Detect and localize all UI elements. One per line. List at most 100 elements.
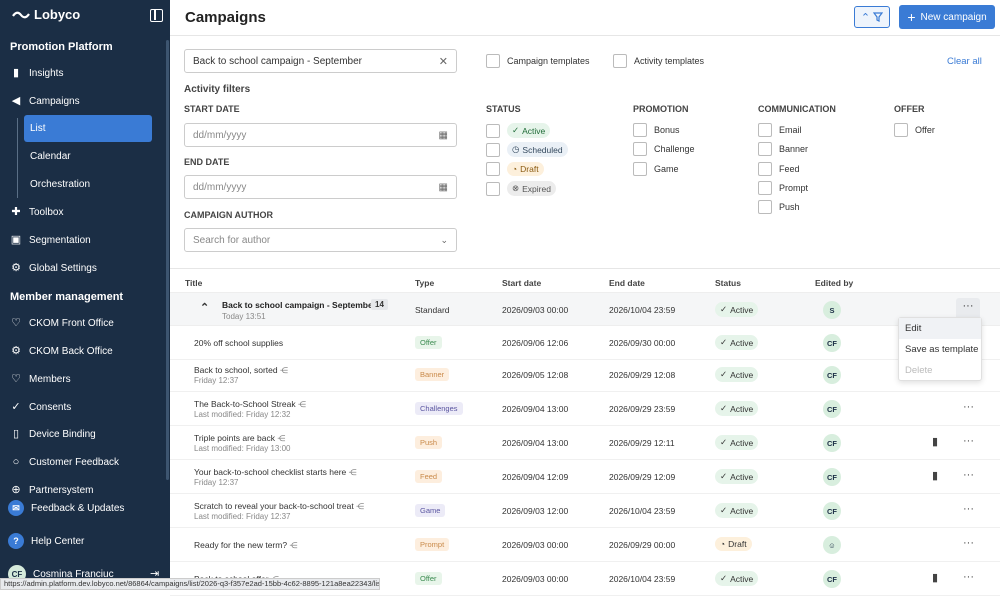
sidebar-sub-list[interactable]: List bbox=[30, 123, 46, 134]
table-row[interactable]: Triple points are back ⋲ Last modified: F… bbox=[170, 426, 1000, 460]
sidebar-item-ckom-front[interactable]: ♡ CKOM Front Office bbox=[10, 314, 114, 332]
sidebar-item-device-binding[interactable]: ▯ Device Binding bbox=[10, 425, 96, 443]
clear-all-link[interactable]: Clear all bbox=[947, 56, 982, 67]
status-expired-checkbox[interactable]: ⊗ Expired bbox=[486, 181, 556, 196]
campaign-templates-checkbox[interactable]: Campaign templates bbox=[486, 54, 590, 68]
sidebar-item-global-settings[interactable]: ⚙ Global Settings bbox=[10, 259, 97, 277]
checkbox-box[interactable] bbox=[486, 162, 500, 176]
sidebar-item-toolbox[interactable]: ✚ Toolbox bbox=[10, 203, 63, 221]
chevron-up-icon[interactable]: ⌃ bbox=[200, 301, 209, 314]
table-row[interactable]: Your back-to-school checklist starts her… bbox=[170, 460, 1000, 494]
type-tag: Prompt bbox=[415, 538, 450, 551]
row-title-text: 20% off school supplies bbox=[194, 338, 284, 348]
collapse-sidebar-icon[interactable] bbox=[150, 9, 163, 22]
col-edited-by[interactable]: Edited by bbox=[815, 278, 853, 288]
sidebar-sub-calendar[interactable]: Calendar bbox=[30, 151, 71, 162]
checkbox-box[interactable] bbox=[613, 54, 627, 68]
col-type[interactable]: Type bbox=[415, 278, 434, 288]
checkbox-box[interactable] bbox=[633, 123, 647, 137]
table-row[interactable]: 20% off school supplies Offer 2026/09/06 1… bbox=[170, 326, 1000, 360]
checkbox-box[interactable] bbox=[486, 142, 500, 157]
author-search-input[interactable]: Search for author ⌄ bbox=[184, 228, 457, 252]
communication-push-checkbox[interactable]: Push bbox=[758, 200, 800, 214]
more-options-button[interactable]: ··· bbox=[963, 469, 974, 481]
table-row[interactable]: Back to school, sorted ⋲ Friday 12:37 Bann… bbox=[170, 358, 1000, 392]
stats-icon[interactable]: ▮ bbox=[932, 469, 938, 482]
more-options-button[interactable]: ··· bbox=[963, 537, 974, 549]
more-options-button[interactable]: ··· bbox=[963, 571, 974, 583]
sidebar-item-consents[interactable]: ✓ Consents bbox=[10, 398, 71, 416]
sidebar-item-campaigns[interactable]: ◀ Campaigns bbox=[10, 92, 80, 110]
check-circle-icon: ✓ bbox=[11, 401, 21, 413]
new-campaign-button[interactable]: + New campaign bbox=[899, 5, 995, 29]
more-options-button[interactable]: ··· bbox=[963, 503, 974, 515]
calendar-icon[interactable]: ▦ bbox=[439, 130, 448, 141]
offer-offer-checkbox[interactable]: Offer bbox=[894, 123, 935, 137]
table-row[interactable]: The Back-to-School Streak ⋲ Last modified… bbox=[170, 392, 1000, 426]
end-date-input[interactable]: dd/mm/yyyy ▦ bbox=[184, 175, 457, 199]
start-date-input[interactable]: dd/mm/yyyy ▦ bbox=[184, 123, 457, 147]
sidebar-sub-orchestration[interactable]: Orchestration bbox=[30, 179, 90, 190]
stats-icon[interactable]: ▮ bbox=[932, 435, 938, 448]
communication-prompt-checkbox[interactable]: Prompt bbox=[758, 181, 808, 195]
status-scheduled-checkbox[interactable]: ◷ Scheduled bbox=[486, 142, 568, 157]
menu-item-edit[interactable]: Edit bbox=[899, 318, 981, 339]
sidebar-item-customer-feedback[interactable]: ○ Customer Feedback bbox=[10, 453, 119, 471]
communication-feed-checkbox[interactable]: Feed bbox=[758, 162, 800, 176]
checkbox-box[interactable] bbox=[758, 142, 772, 156]
checkbox-box[interactable] bbox=[486, 54, 500, 68]
author-placeholder: Search for author bbox=[193, 234, 271, 246]
menu-item-save-template[interactable]: Save as template bbox=[899, 339, 981, 360]
communication-email-checkbox[interactable]: Email bbox=[758, 123, 802, 137]
promotion-challenge-checkbox[interactable]: Challenge bbox=[633, 142, 695, 156]
sidebar-scrollbar[interactable] bbox=[166, 40, 169, 480]
sidebar-item-ckom-back[interactable]: ⚙ CKOM Back Office bbox=[10, 342, 113, 360]
help-center-link[interactable]: ? Help Center bbox=[8, 532, 84, 550]
checkbox-box[interactable] bbox=[758, 200, 772, 214]
campaign-group-row[interactable]: ⌃ Back to school campaign - September 14… bbox=[170, 292, 1000, 326]
stats-icon[interactable]: ▮ bbox=[932, 571, 938, 584]
checkbox-box[interactable] bbox=[758, 162, 772, 176]
checkbox-box[interactable] bbox=[633, 162, 647, 176]
type-tag: Offer bbox=[415, 572, 442, 585]
promotion-game-checkbox[interactable]: Game bbox=[633, 162, 679, 176]
col-end-date[interactable]: End date bbox=[609, 278, 645, 288]
sidebar: Lobyco Promotion Platform ▮ Insights ◀ C… bbox=[0, 0, 170, 590]
editor-avatar: CF bbox=[823, 334, 841, 352]
sidebar-item-segmentation[interactable]: ▣ Segmentation bbox=[10, 231, 91, 249]
menu-item-delete[interactable]: Delete bbox=[899, 360, 981, 381]
calendar-icon[interactable]: ▦ bbox=[439, 182, 448, 193]
communication-banner-checkbox[interactable]: Banner bbox=[758, 142, 808, 156]
col-status[interactable]: Status bbox=[715, 278, 741, 288]
checkbox-box[interactable] bbox=[758, 123, 772, 137]
col-start-date[interactable]: Start date bbox=[502, 278, 541, 288]
table-row[interactable]: Scratch to reveal your back-to-school tr… bbox=[170, 494, 1000, 528]
promotion-bonus-checkbox[interactable]: Bonus bbox=[633, 123, 680, 137]
sidebar-item-insights[interactable]: ▮ Insights bbox=[10, 64, 64, 82]
toggle-filters-button[interactable]: ⌃ bbox=[854, 6, 890, 28]
page-title: Campaigns bbox=[185, 9, 266, 26]
sidebar-item-members[interactable]: ♡ Members bbox=[10, 370, 71, 388]
search-input[interactable]: Back to school campaign - September ✕ bbox=[184, 49, 457, 73]
status-badge: ✓ Active bbox=[507, 123, 551, 138]
segment-icon: ▣ bbox=[10, 234, 22, 246]
more-options-button[interactable]: ··· bbox=[963, 401, 974, 413]
activity-templates-checkbox[interactable]: Activity templates bbox=[613, 54, 704, 68]
checkbox-box[interactable] bbox=[758, 181, 772, 195]
col-title[interactable]: Title bbox=[185, 278, 202, 288]
feedback-link[interactable]: ✉ Feedback & Updates bbox=[8, 499, 124, 517]
checkbox-box[interactable] bbox=[633, 142, 647, 156]
more-options-button[interactable]: ··· bbox=[963, 435, 974, 447]
status-active-checkbox[interactable]: ✓ Active bbox=[486, 123, 551, 138]
date-placeholder: dd/mm/yyyy bbox=[193, 129, 247, 141]
status-icon: ✓ bbox=[720, 337, 728, 347]
row-title: 20% off school supplies bbox=[194, 338, 283, 348]
logo[interactable]: Lobyco bbox=[12, 7, 80, 22]
checkbox-box[interactable] bbox=[894, 123, 908, 137]
clear-search-icon[interactable]: ✕ bbox=[439, 55, 448, 68]
chevron-down-icon[interactable]: ⌄ bbox=[440, 235, 448, 246]
checkbox-box[interactable] bbox=[486, 123, 500, 138]
checkbox-box[interactable] bbox=[486, 181, 500, 196]
table-row[interactable]: Ready for the new term? ⋲ Prompt 2026/09/0… bbox=[170, 528, 1000, 562]
status-draft-checkbox[interactable]: ◔ Draft bbox=[486, 162, 544, 176]
